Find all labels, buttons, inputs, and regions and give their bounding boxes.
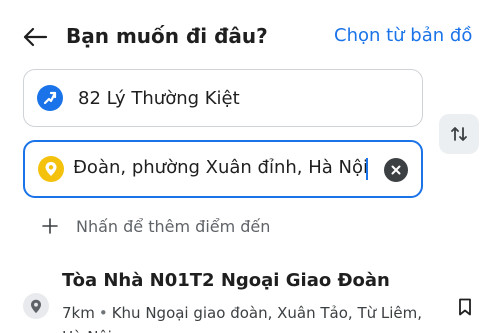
page-title: Bạn muốn đi đâu? bbox=[66, 24, 268, 48]
add-stop-label: Nhấn để thêm điểm đến bbox=[76, 216, 271, 236]
result-separator: • bbox=[98, 304, 108, 322]
text-cursor bbox=[366, 158, 368, 180]
close-icon bbox=[391, 165, 401, 175]
choose-from-map-link[interactable]: Chọn từ bản đồ bbox=[334, 25, 472, 46]
swap-button[interactable] bbox=[439, 114, 479, 154]
destination-field[interactable]: Tòa Nhà N01T2 Ngoại Giao Đoàn, phường Xu… bbox=[23, 140, 423, 198]
destination-input-text: Tòa Nhà N01T2 Ngoại Giao Đoàn, phường Xu… bbox=[74, 157, 368, 178]
result-title: Tòa Nhà N01T2 Ngoại Giao Đoàn bbox=[62, 270, 390, 291]
result-address: Khu Ngoại giao đoàn, Xuân Tảo, Từ Liêm, … bbox=[62, 304, 423, 333]
destination-input[interactable]: Tòa Nhà N01T2 Ngoại Giao Đoàn, phường Xu… bbox=[74, 154, 368, 184]
plus-icon bbox=[40, 216, 60, 236]
bookmark-button[interactable] bbox=[453, 294, 477, 320]
search-result-item[interactable]: Tòa Nhà N01T2 Ngoại Giao Đoàn 7km • Khu Ng… bbox=[0, 262, 500, 333]
bookmark-icon bbox=[459, 298, 471, 316]
result-distance: 7km bbox=[62, 304, 95, 322]
clear-button[interactable] bbox=[384, 158, 408, 182]
location-pin-icon bbox=[38, 156, 64, 182]
route-icon bbox=[37, 85, 63, 111]
result-details: 7km • Khu Ngoại giao đoàn, Xuân Tảo, Từ Li… bbox=[62, 301, 422, 333]
top-bar: Bạn muốn đi đâu? Chọn từ bản đồ bbox=[0, 0, 500, 70]
arrow-left-icon bbox=[23, 27, 48, 47]
origin-input[interactable]: 82 Lý Thường Kiệt bbox=[78, 88, 240, 109]
origin-field[interactable]: 82 Lý Thường Kiệt bbox=[23, 69, 423, 127]
place-pin-icon bbox=[23, 293, 49, 319]
back-button[interactable] bbox=[18, 22, 52, 52]
add-stop-button[interactable]: Nhấn để thêm điểm đến bbox=[40, 212, 270, 240]
swap-vertical-icon bbox=[451, 127, 467, 141]
